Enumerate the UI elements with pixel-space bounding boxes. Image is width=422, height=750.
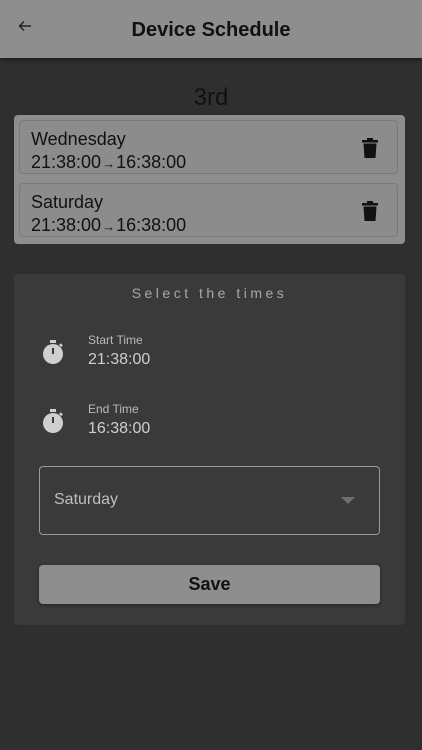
start-time-label: Start Time	[88, 333, 143, 347]
schedule-item[interactable]: Saturday 21:38:00→16:38:00	[19, 183, 398, 237]
end-time-value: 16:38:00	[88, 420, 151, 437]
schedule-day: Saturday	[31, 192, 104, 212]
schedule-end-time: 16:38:00	[116, 215, 187, 235]
trash-icon	[362, 201, 378, 221]
section-title: 3rd	[193, 84, 229, 111]
schedule-start-time: 21:38:00	[31, 215, 102, 235]
schedule-day: Wednesday	[31, 129, 126, 149]
timer-icon	[43, 340, 63, 364]
day-select-value: Saturday	[54, 491, 119, 508]
delete-schedule-button[interactable]	[359, 198, 381, 224]
arrow-right-icon: →	[102, 156, 116, 171]
page-title: Device Schedule	[131, 19, 291, 41]
timer-icon	[43, 409, 63, 433]
panel-title: Select the times	[131, 285, 288, 301]
schedule-start-time: 21:38:00	[31, 152, 102, 172]
end-time-picker[interactable]: End Time 16:38:00	[14, 398, 405, 442]
end-time-label: End Time	[88, 402, 139, 416]
caret-down-icon	[341, 497, 355, 504]
start-time-value: 21:38:00	[88, 351, 151, 368]
delete-schedule-button[interactable]	[359, 135, 381, 161]
day-select[interactable]: Saturday	[39, 466, 380, 535]
trash-icon	[362, 138, 378, 158]
save-button[interactable]: Save	[39, 565, 380, 604]
start-time-picker[interactable]: Start Time 21:38:00	[14, 329, 405, 373]
schedule-time-range: 21:38:00→16:38:00	[31, 215, 186, 236]
schedule-time-range: 21:38:00→16:38:00	[31, 152, 186, 173]
time-selection-panel: Select the times Start Time 21:38:00 End…	[14, 274, 405, 625]
schedule-list: Wednesday 21:38:00→16:38:00 Saturday 21:…	[14, 115, 405, 244]
app-bar: Device Schedule	[0, 0, 422, 58]
arrow-right-icon: →	[102, 219, 116, 234]
schedule-item[interactable]: Wednesday 21:38:00→16:38:00	[19, 120, 398, 174]
schedule-end-time: 16:38:00	[116, 152, 187, 172]
